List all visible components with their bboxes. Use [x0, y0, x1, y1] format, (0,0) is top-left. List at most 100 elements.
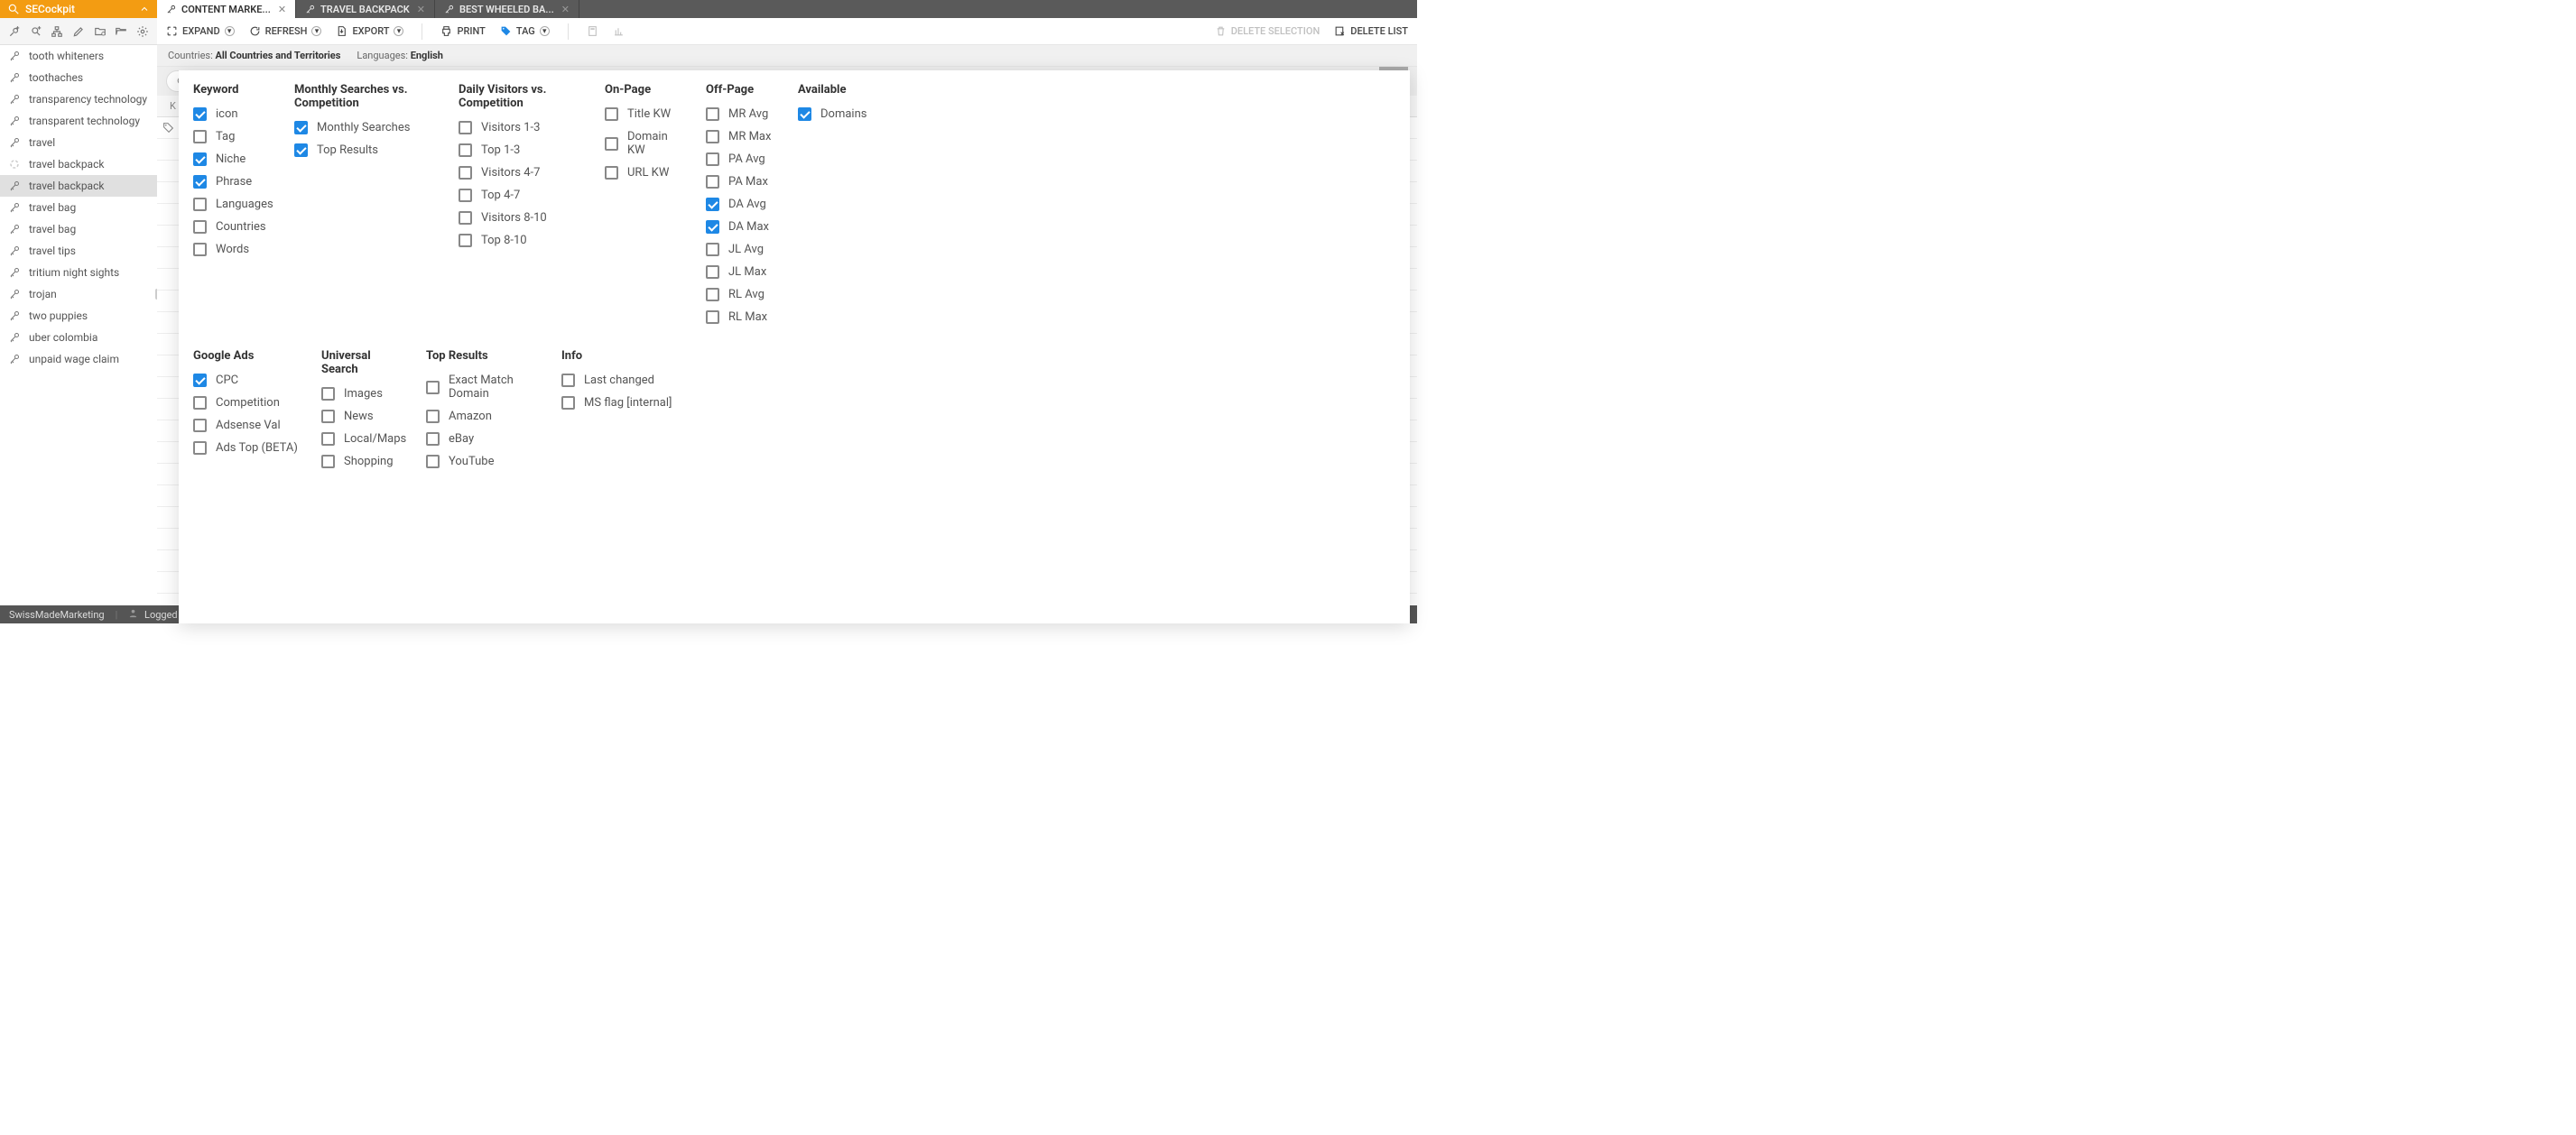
- checkbox[interactable]: [706, 310, 719, 324]
- column-option[interactable]: MR Max: [706, 130, 778, 143]
- column-option[interactable]: MR Avg: [706, 107, 778, 121]
- checkbox[interactable]: [193, 198, 207, 211]
- export-button[interactable]: EXPORT ▾: [336, 25, 403, 37]
- checkbox[interactable]: [459, 166, 472, 180]
- delete-selection-button[interactable]: DELETE SELECTION: [1215, 25, 1320, 37]
- checkbox[interactable]: [193, 243, 207, 256]
- print-button[interactable]: PRINT: [440, 25, 485, 37]
- column-option[interactable]: CPC: [193, 374, 301, 387]
- column-option[interactable]: Shopping: [321, 455, 406, 468]
- delete-list-button[interactable]: DELETE LIST: [1334, 25, 1408, 37]
- column-option[interactable]: Local/Maps: [321, 432, 406, 446]
- sidebar-item[interactable]: travel tips: [0, 240, 157, 262]
- column-option[interactable]: Last changed: [561, 374, 679, 387]
- column-option[interactable]: Top 8-10: [459, 234, 585, 247]
- sidebar-item[interactable]: tritium night sights: [0, 262, 157, 283]
- column-option[interactable]: Countries: [193, 220, 274, 234]
- checkbox[interactable]: [605, 166, 618, 180]
- edit-icon[interactable]: [72, 25, 85, 38]
- checkbox[interactable]: [321, 432, 335, 446]
- hierarchy-icon[interactable]: [51, 25, 63, 38]
- column-option[interactable]: JL Max: [706, 265, 778, 279]
- checkbox[interactable]: [706, 152, 719, 166]
- column-option[interactable]: JL Avg: [706, 243, 778, 256]
- checkbox[interactable]: [706, 175, 719, 189]
- checkbox[interactable]: [706, 198, 719, 211]
- column-option[interactable]: Domains: [798, 107, 888, 121]
- column-option[interactable]: YouTube: [426, 455, 542, 468]
- column-option[interactable]: Monthly Searches: [294, 121, 439, 134]
- checkbox[interactable]: [193, 130, 207, 143]
- close-icon[interactable]: ✕: [417, 4, 425, 15]
- sidebar-item[interactable]: trojan: [0, 283, 157, 305]
- checkbox[interactable]: [706, 265, 719, 279]
- add-search-icon[interactable]: [30, 25, 42, 38]
- sidebar-item[interactable]: tooth whiteners: [0, 45, 157, 67]
- sidebar-header[interactable]: SECockpit: [0, 0, 157, 18]
- checkbox[interactable]: [193, 396, 207, 410]
- calculator-button[interactable]: [587, 25, 598, 37]
- checkbox[interactable]: [426, 455, 440, 468]
- sidebar-item[interactable]: uber colombia: [0, 327, 157, 348]
- checkbox[interactable]: [706, 220, 719, 234]
- checkbox[interactable]: [459, 189, 472, 202]
- folder-open-icon[interactable]: [115, 25, 127, 38]
- sidebar-item[interactable]: unpaid wage claim: [0, 348, 157, 370]
- checkbox[interactable]: [193, 441, 207, 455]
- checkbox[interactable]: [193, 419, 207, 432]
- expand-button[interactable]: EXPAND ▾: [166, 25, 235, 37]
- column-option[interactable]: eBay: [426, 432, 542, 446]
- sidebar-item[interactable]: toothaches: [0, 67, 157, 88]
- column-option[interactable]: DA Max: [706, 220, 778, 234]
- add-keyword-icon[interactable]: [8, 25, 21, 38]
- column-option[interactable]: News: [321, 410, 406, 423]
- column-option[interactable]: Words: [193, 243, 274, 256]
- checkbox[interactable]: [798, 107, 811, 121]
- checkbox[interactable]: [459, 211, 472, 225]
- checkbox[interactable]: [706, 243, 719, 256]
- column-option[interactable]: RL Avg: [706, 288, 778, 301]
- checkbox[interactable]: [321, 455, 335, 468]
- checkbox[interactable]: [193, 374, 207, 387]
- close-icon[interactable]: ✕: [561, 4, 570, 15]
- column-option[interactable]: URL KW: [605, 166, 686, 180]
- column-option[interactable]: Domain KW: [605, 130, 686, 157]
- checkbox[interactable]: [426, 432, 440, 446]
- checkbox[interactable]: [321, 387, 335, 401]
- column-option[interactable]: Adsense Val: [193, 419, 301, 432]
- checkbox[interactable]: [193, 107, 207, 121]
- refresh-button[interactable]: REFRESH ▾: [249, 25, 322, 37]
- column-option[interactable]: Languages: [193, 198, 274, 211]
- checkbox[interactable]: [426, 381, 440, 394]
- sidebar-item[interactable]: travel bag: [0, 218, 157, 240]
- column-option[interactable]: Exact Match Domain: [426, 374, 542, 401]
- column-option[interactable]: Title KW: [605, 107, 686, 121]
- sidebar-item[interactable]: two puppies: [0, 305, 157, 327]
- column-option[interactable]: PA Avg: [706, 152, 778, 166]
- checkbox[interactable]: [561, 374, 575, 387]
- column-option[interactable]: Visitors 1-3: [459, 121, 585, 134]
- column-option[interactable]: Top 4-7: [459, 189, 585, 202]
- checkbox[interactable]: [426, 410, 440, 423]
- column-option[interactable]: Niche: [193, 152, 274, 166]
- column-option[interactable]: PA Max: [706, 175, 778, 189]
- column-option[interactable]: Visitors 4-7: [459, 166, 585, 180]
- column-option[interactable]: Ads Top (BETA): [193, 441, 301, 455]
- column-option[interactable]: MS flag [internal]: [561, 396, 679, 410]
- column-option[interactable]: icon: [193, 107, 274, 121]
- checkbox[interactable]: [605, 107, 618, 121]
- checkbox[interactable]: [294, 121, 308, 134]
- sidebar-item[interactable]: transparent technology: [0, 110, 157, 132]
- chart-button[interactable]: [613, 25, 625, 37]
- gear-icon[interactable]: [136, 25, 149, 38]
- column-option[interactable]: DA Avg: [706, 198, 778, 211]
- checkbox[interactable]: [706, 130, 719, 143]
- checkbox[interactable]: [706, 107, 719, 121]
- checkbox[interactable]: [706, 288, 719, 301]
- sidebar-item[interactable]: travel backpack: [0, 175, 157, 197]
- tab[interactable]: BEST WHEELED BA...✕: [435, 0, 579, 18]
- column-option[interactable]: RL Max: [706, 310, 778, 324]
- checkbox[interactable]: [294, 143, 308, 157]
- checkbox[interactable]: [321, 410, 335, 423]
- checkbox[interactable]: [561, 396, 575, 410]
